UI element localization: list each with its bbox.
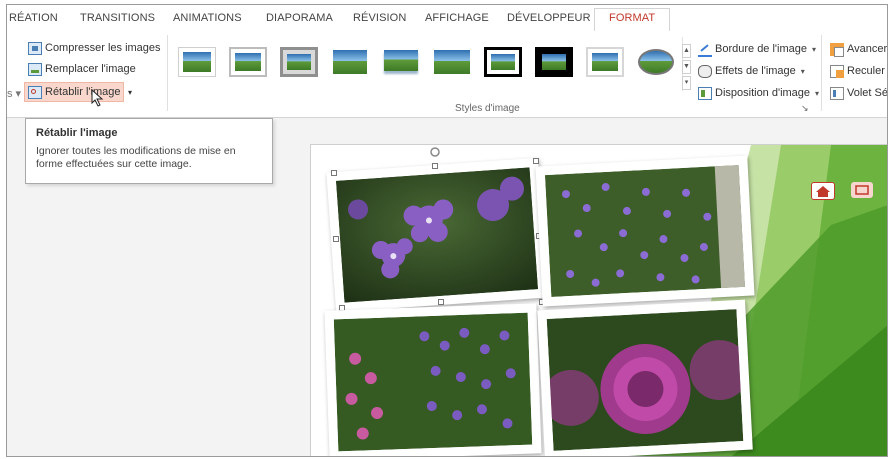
photo-purple-groundcover[interactable] (535, 155, 755, 307)
tab-developpeur[interactable]: DÉVELOPPEUR (507, 12, 591, 24)
home-icon[interactable] (811, 182, 835, 200)
style-soft-frame-icon[interactable] (229, 47, 267, 77)
photo-lavender-field[interactable] (324, 303, 542, 456)
style-shadow-icon[interactable] (331, 47, 369, 77)
reset-image-icon (28, 85, 42, 99)
selection-handle[interactable] (331, 170, 337, 176)
rotate-handle-icon[interactable] (428, 145, 442, 159)
replace-image-button[interactable]: Remplacer l'image (25, 60, 139, 78)
style-black-frame-icon[interactable] (484, 47, 522, 77)
photo-bellflowers[interactable] (326, 157, 548, 313)
tab-format[interactable]: FORMAT (594, 8, 671, 32)
style-soft-edge-icon[interactable] (433, 47, 471, 77)
tab-revision[interactable]: RÉVISION (353, 12, 406, 24)
photo-purple-groundcover-image (544, 165, 746, 297)
pane-label: Volet Séle (847, 87, 888, 99)
effects-label: Effets de l'image (715, 65, 796, 77)
layout-icon (698, 86, 712, 100)
style-heavy-black-frame-icon[interactable] (535, 47, 573, 77)
photo-allium-flower[interactable] (537, 299, 753, 456)
reset-dropdown-chevron-icon[interactable]: ▾ (125, 83, 135, 101)
tab-creation[interactable]: RÉATION (9, 12, 58, 24)
gallery-more-icon[interactable]: ▾ (682, 76, 691, 90)
layout-chevron-down-icon: ▾ (815, 88, 820, 98)
dialog-launcher-icon[interactable]: ↘ (801, 103, 809, 114)
compress-images-button[interactable]: Compresser les images (25, 39, 164, 57)
picture-styles-gallery (172, 37, 683, 91)
replace-label: Remplacer l'image (45, 63, 136, 75)
style-simple-frame-icon[interactable] (178, 47, 216, 77)
gallery-down-icon[interactable]: ▼ (682, 60, 691, 74)
group-divider (167, 35, 168, 111)
gallery-up-icon[interactable]: ▲ (682, 44, 691, 58)
send-backward-icon (830, 64, 844, 78)
style-oval-icon[interactable] (637, 47, 675, 77)
style-thick-frame-icon[interactable] (280, 47, 318, 77)
send-backward-button[interactable]: Reculer (827, 62, 887, 80)
tooltip: Rétablir l'image Ignorer toutes les modi… (25, 118, 273, 184)
tab-affichage[interactable]: AFFICHAGE (425, 12, 489, 24)
photo-lavender-field-image (333, 312, 533, 452)
layout-label: Disposition d'image (715, 87, 811, 99)
tab-animations[interactable]: ANIMATIONS (173, 12, 242, 24)
forward-label: Avancer (847, 43, 888, 55)
style-reflection-icon[interactable] (382, 47, 420, 77)
selection-handle[interactable] (533, 158, 539, 164)
selection-handle[interactable] (438, 299, 444, 305)
effects-icon (698, 64, 712, 78)
photo-bellflowers-image (335, 167, 539, 303)
group-divider (821, 35, 822, 111)
slide-canvas[interactable] (310, 144, 887, 456)
compress-icon (28, 41, 42, 55)
bring-forward-icon (830, 42, 844, 57)
gallery-scroll: ▲ ▼ ▾ (682, 44, 692, 96)
compress-label: Compresser les images (45, 42, 161, 54)
pencil-border-icon (698, 42, 712, 57)
style-white-frame-icon[interactable] (586, 47, 624, 77)
border-label: Bordure de l'image (715, 43, 807, 55)
selection-handle[interactable] (432, 163, 438, 169)
truncated-dropdown-caret[interactable]: s ▾ (7, 87, 21, 100)
powerpoint-window: RÉATION TRANSITIONS ANIMATIONS DIAPORAMA… (6, 4, 888, 457)
photo-allium-flower-image (546, 309, 744, 451)
selection-pane-button[interactable]: Volet Séle (827, 84, 888, 102)
replace-image-icon (28, 62, 42, 76)
picture-border-button[interactable]: Bordure de l'image ▾ (695, 40, 819, 58)
tooltip-title: Rétablir l'image (36, 127, 118, 139)
effects-chevron-down-icon: ▾ (800, 66, 805, 76)
link-icon[interactable] (851, 182, 873, 198)
reset-image-button[interactable]: Rétablir l'image (24, 82, 125, 102)
selection-pane-icon (830, 86, 844, 100)
border-chevron-down-icon: ▾ (812, 44, 817, 54)
ribbon-format: s ▾ Compresser les images Remplacer l'im… (7, 31, 887, 118)
picture-styles-group-label: Styles d'image (455, 103, 520, 114)
mouse-pointer-icon (91, 89, 104, 107)
ribbon-tabs: RÉATION TRANSITIONS ANIMATIONS DIAPORAMA… (7, 5, 887, 32)
backward-label: Reculer (847, 65, 885, 77)
picture-effects-button[interactable]: Effets de l'image ▾ (695, 62, 808, 80)
bring-forward-button[interactable]: Avancer (827, 40, 888, 58)
picture-layout-button[interactable]: Disposition d'image ▾ (695, 84, 822, 102)
selection-handle[interactable] (333, 236, 339, 242)
tab-diaporama[interactable]: DIAPORAMA (266, 12, 333, 24)
tooltip-description: Ignorer toutes les modifications de mise… (36, 145, 236, 170)
tab-transitions[interactable]: TRANSITIONS (80, 12, 155, 24)
reset-label: Rétablir l'image (45, 86, 121, 98)
